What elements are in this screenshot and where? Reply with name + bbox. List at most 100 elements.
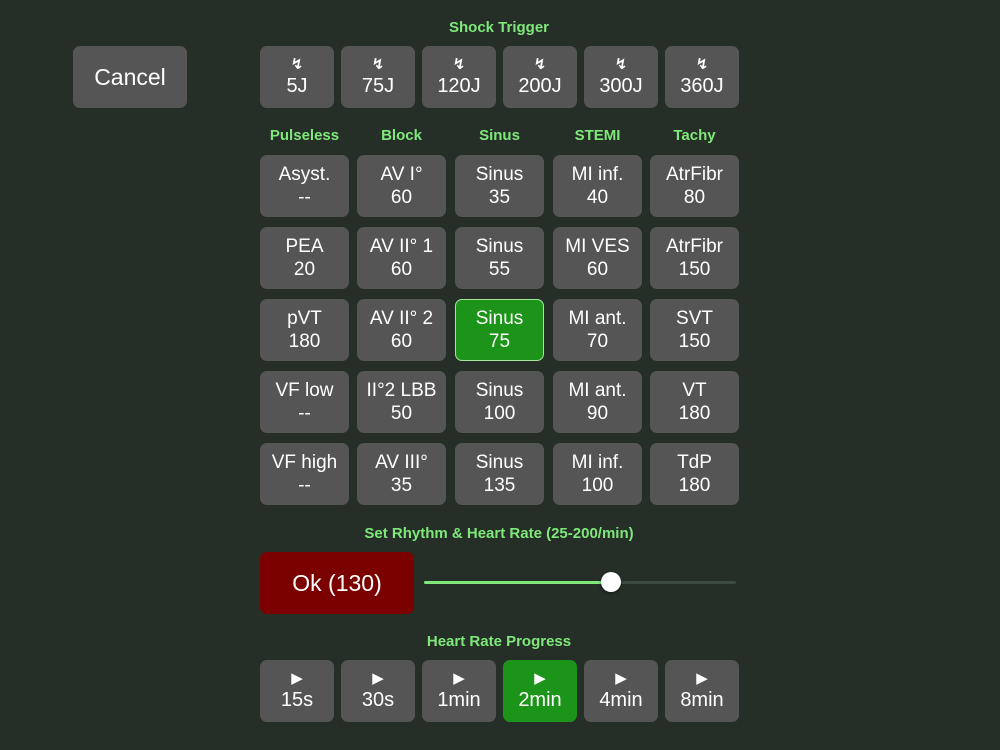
rhythm-name: PEA: [285, 236, 324, 257]
rhythm-rate: 35: [390, 475, 413, 496]
rhythm-rate: 70: [586, 331, 609, 352]
rhythm-name: Sinus: [475, 380, 524, 401]
rhythm-button[interactable]: Sinus 55: [455, 227, 544, 289]
progress-button-4min-label: 4min: [599, 689, 643, 711]
shock-button-360j[interactable]: ↯ 360J: [665, 46, 739, 108]
rhythm-button[interactable]: Sinus 135: [455, 443, 544, 505]
rhythm-button[interactable]: MI inf. 100: [553, 443, 642, 505]
rhythm-name: AtrFibr: [666, 236, 723, 257]
rhythm-rate: 150: [678, 331, 711, 352]
rhythm-button[interactable]: pVT 180: [260, 299, 349, 361]
rhythm-button[interactable]: Asyst. --: [260, 155, 349, 217]
rhythm-rate: 50: [390, 403, 413, 424]
play-triangle-icon: ▶: [453, 670, 465, 687]
rhythm-name: MI inf.: [571, 164, 624, 185]
rhythm-button[interactable]: MI ant. 70: [553, 299, 642, 361]
rhythm-rate: 35: [488, 187, 511, 208]
rhythm-name: AV I°: [380, 164, 423, 185]
rhythm-button[interactable]: AV III° 35: [357, 443, 446, 505]
rhythm-name: II°2 LBB: [366, 380, 437, 401]
rhythm-rate: 80: [683, 187, 706, 208]
ok-button[interactable]: Ok (130): [260, 552, 414, 614]
shock-button-200j[interactable]: ↯ 200J: [503, 46, 577, 108]
rhythm-name: VT: [682, 380, 707, 401]
rhythm-rate: 135: [483, 475, 516, 496]
heart-rate-slider-fill: [424, 581, 612, 584]
shock-button-120j[interactable]: ↯ 120J: [422, 46, 496, 108]
progress-button-30s-label: 30s: [361, 689, 395, 711]
rhythm-button[interactable]: VT 180: [650, 371, 739, 433]
progress-button-1min-label: 1min: [437, 689, 481, 711]
shock-button-120j-label: 120J: [437, 75, 481, 97]
rhythm-button[interactable]: SVT 150: [650, 299, 739, 361]
progress-button-8min-label: 8min: [680, 689, 724, 711]
rhythm-rate: 100: [483, 403, 516, 424]
shock-button-360j-label: 360J: [680, 75, 724, 97]
rhythm-rate: 60: [586, 259, 609, 280]
rhythm-button[interactable]: TdP 180: [650, 443, 739, 505]
column-header-pulseless: Pulseless: [269, 127, 340, 144]
progress-button-8min[interactable]: ▶ 8min: [665, 660, 739, 722]
play-triangle-icon: ▶: [372, 670, 384, 687]
lightning-bolt-icon: ↯: [614, 56, 628, 73]
rhythm-button[interactable]: VF low --: [260, 371, 349, 433]
column-header-stemi: STEMI: [574, 127, 621, 144]
progress-button-15s-label: 15s: [280, 689, 314, 711]
rhythm-rate: 180: [678, 475, 711, 496]
rhythm-button[interactable]: MI VES 60: [553, 227, 642, 289]
column-header-block: Block: [381, 127, 422, 144]
lightning-bolt-icon: ↯: [695, 56, 709, 73]
rhythm-name: MI VES: [565, 236, 630, 257]
rhythm-rate: 55: [488, 259, 511, 280]
rhythm-button[interactable]: Sinus 100: [455, 371, 544, 433]
progress-button-30s[interactable]: ▶ 30s: [341, 660, 415, 722]
rhythm-rate: 40: [586, 187, 609, 208]
rhythm-button[interactable]: MI ant. 90: [553, 371, 642, 433]
rhythm-name: Sinus: [475, 452, 524, 473]
rhythm-button[interactable]: MI inf. 40: [553, 155, 642, 217]
column-header-tachy: Tachy: [673, 127, 716, 144]
lightning-bolt-icon: ↯: [533, 56, 547, 73]
heart-rate-slider[interactable]: [424, 572, 736, 592]
rhythm-rate: 75: [488, 331, 511, 352]
rhythm-rate: --: [298, 475, 311, 496]
progress-button-1min[interactable]: ▶ 1min: [422, 660, 496, 722]
progress-button-2min[interactable]: ▶ 2min: [503, 660, 577, 722]
rhythm-button[interactable]: Sinus 35: [455, 155, 544, 217]
cancel-button[interactable]: Cancel: [73, 46, 187, 108]
shock-button-75j[interactable]: ↯ 75J: [341, 46, 415, 108]
rhythm-button[interactable]: PEA 20: [260, 227, 349, 289]
rhythm-name: VF high: [271, 452, 338, 473]
heart-rate-slider-thumb[interactable]: [601, 572, 622, 592]
rhythm-button[interactable]: AV I° 60: [357, 155, 446, 217]
rhythm-rate: --: [298, 187, 311, 208]
rhythm-name: AV II° 1: [369, 236, 434, 257]
play-triangle-icon: ▶: [696, 670, 708, 687]
lightning-bolt-icon: ↯: [290, 56, 304, 73]
shock-trigger-title: Shock Trigger: [448, 19, 550, 36]
rhythm-button[interactable]: AV II° 2 60: [357, 299, 446, 361]
rhythm-name: SVT: [676, 308, 713, 329]
rhythm-button[interactable]: Sinus 75: [455, 299, 544, 361]
rhythm-name: Asyst.: [278, 164, 331, 185]
rhythm-button[interactable]: AtrFibr 150: [650, 227, 739, 289]
progress-button-15s[interactable]: ▶ 15s: [260, 660, 334, 722]
rhythm-rate: 180: [678, 403, 711, 424]
lightning-bolt-icon: ↯: [452, 56, 466, 73]
rhythm-rate: 20: [293, 259, 316, 280]
shock-button-300j-label: 300J: [599, 75, 643, 97]
rhythm-button[interactable]: II°2 LBB 50: [357, 371, 446, 433]
rhythm-button[interactable]: VF high --: [260, 443, 349, 505]
heart-rate-progress-title: Heart Rate Progress: [426, 633, 572, 650]
rhythm-name: Sinus: [475, 308, 524, 329]
progress-button-4min[interactable]: ▶ 4min: [584, 660, 658, 722]
rhythm-name: MI ant.: [568, 380, 627, 401]
rhythm-button[interactable]: AV II° 1 60: [357, 227, 446, 289]
rhythm-rate: 60: [390, 187, 413, 208]
rhythm-button[interactable]: AtrFibr 80: [650, 155, 739, 217]
shock-button-5j[interactable]: ↯ 5J: [260, 46, 334, 108]
shock-button-5j-label: 5J: [286, 75, 308, 97]
shock-button-300j[interactable]: ↯ 300J: [584, 46, 658, 108]
rhythm-name: AtrFibr: [666, 164, 723, 185]
rhythm-rate: 150: [678, 259, 711, 280]
